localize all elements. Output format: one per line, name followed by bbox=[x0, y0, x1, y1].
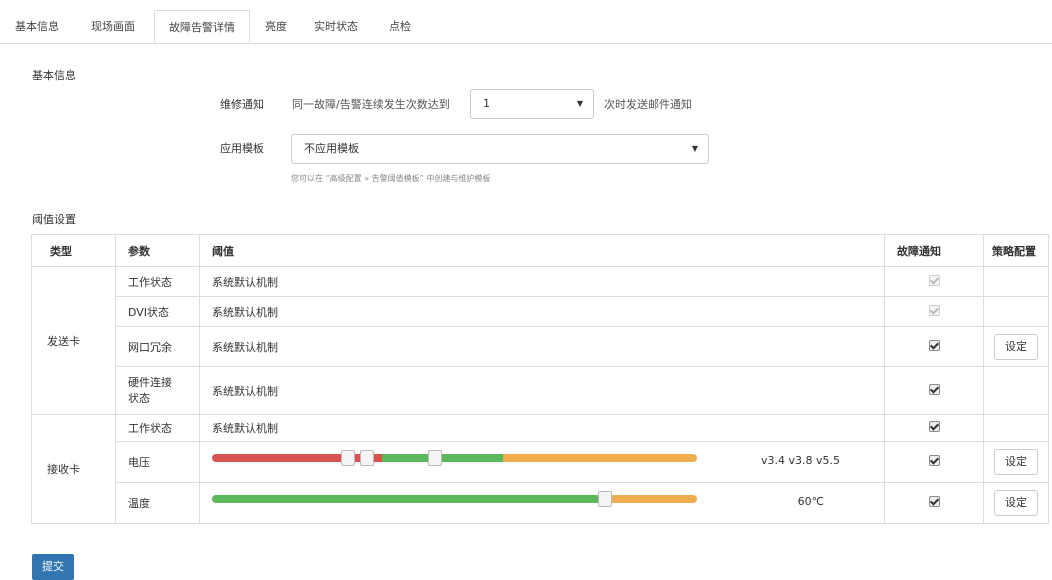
repair-count-select[interactable]: 1 ▼ bbox=[470, 89, 594, 119]
notify-cell bbox=[884, 441, 984, 483]
notify-checkbox[interactable] bbox=[928, 304, 940, 316]
notify-checkbox[interactable] bbox=[928, 383, 940, 395]
slider-segment-orange bbox=[503, 454, 697, 462]
chevron-down-icon: ▼ bbox=[691, 144, 698, 153]
notify-cell bbox=[884, 266, 984, 297]
slider-segment-orange bbox=[604, 495, 697, 503]
type-cell-send-card: 发送卡 bbox=[31, 266, 116, 415]
notify-checkbox[interactable] bbox=[928, 496, 940, 507]
strategy-cell: 设定 bbox=[983, 326, 1049, 367]
voltage-readout: v3.4 v3.8 v5.5 bbox=[760, 454, 840, 467]
notify-cell bbox=[884, 482, 984, 524]
template-value: 不应用模板 bbox=[304, 142, 359, 155]
table-row: 发送卡 工作状态 系统默认机制 bbox=[31, 266, 1049, 415]
param-cell: 硬件连接状态 bbox=[115, 366, 200, 415]
tab-live-view[interactable]: 现场画面 bbox=[80, 10, 146, 43]
table-row: 接收卡 工作状态 系统默认机制 bbox=[31, 414, 1049, 524]
table-row: 温度 60℃ 设定 bbox=[32, 482, 1049, 524]
repair-notice-suffix: 次时发送邮件通知 bbox=[604, 98, 692, 111]
strategy-cell bbox=[983, 296, 1049, 327]
header-strategy: 策略配置 bbox=[983, 234, 1049, 267]
threshold-cell: 系统默认机制 bbox=[199, 326, 885, 367]
table-row: 网口冗余 系统默认机制 设定 bbox=[32, 326, 1049, 367]
set-button[interactable]: 设定 bbox=[994, 449, 1038, 475]
slider-handle-high[interactable] bbox=[428, 450, 443, 466]
temperature-slider bbox=[212, 491, 697, 507]
set-button[interactable]: 设定 bbox=[994, 333, 1038, 360]
header-param: 参数 bbox=[115, 234, 200, 267]
param-cell: 工作状态 bbox=[115, 414, 200, 442]
table-row: 电压 v3.4 v3.8 v5.5 设定 bbox=[32, 441, 1049, 483]
slider-segment-green bbox=[212, 495, 605, 503]
param-cell: 电压 bbox=[115, 441, 200, 483]
template-hint: 您可以在 “高级配置 » 告警阈值模板” 中创建与维护模板 bbox=[291, 174, 491, 183]
basic-info-section-title: 基本信息 bbox=[32, 69, 76, 82]
set-button[interactable]: 设定 bbox=[994, 490, 1038, 516]
notify-cell bbox=[884, 326, 984, 367]
submit-button[interactable]: 提交 bbox=[32, 554, 74, 580]
threshold-cell: 系统默认机制 bbox=[199, 296, 885, 327]
tab-basic-info[interactable]: 基本信息 bbox=[4, 10, 70, 43]
threshold-table: 类型 参数 阈值 故障通知 策略配置 发送卡 工作状态 系统默认机制 DVI状态… bbox=[31, 234, 1049, 524]
repair-notice-prefix: 同一故障/告警连续发生次数达到 bbox=[292, 98, 450, 111]
threshold-cell: 60℃ bbox=[199, 482, 885, 524]
notify-checkbox[interactable] bbox=[928, 274, 940, 286]
param-label: 硬件连接状态 bbox=[128, 375, 172, 405]
slider-handle[interactable] bbox=[597, 491, 612, 507]
chevron-down-icon: ▼ bbox=[576, 99, 583, 108]
notify-checkbox[interactable] bbox=[928, 339, 940, 351]
notify-checkbox[interactable] bbox=[928, 421, 940, 432]
strategy-cell: 设定 bbox=[983, 482, 1049, 524]
param-cell: 网口冗余 bbox=[115, 326, 200, 367]
template-select[interactable]: 不应用模板 ▼ bbox=[291, 134, 709, 164]
voltage-slider bbox=[212, 450, 697, 466]
slider-segment-green bbox=[381, 454, 503, 462]
notify-cell bbox=[884, 296, 984, 327]
threshold-section-title: 阈值设置 bbox=[32, 213, 76, 226]
header-threshold: 阈值 bbox=[199, 234, 885, 267]
temperature-readout: 60℃ bbox=[797, 495, 824, 508]
table-row: DVI状态 系统默认机制 bbox=[32, 296, 1049, 327]
tab-bar: 基本信息 现场画面 故障告警详情 亮度 实时状态 点检 bbox=[0, 10, 1052, 44]
threshold-cell: 系统默认机制 bbox=[199, 266, 885, 297]
slider-handle-mid[interactable] bbox=[360, 450, 375, 466]
threshold-cell: v3.4 v3.8 v5.5 bbox=[199, 441, 885, 483]
template-label: 应用模板 bbox=[220, 142, 264, 155]
header-type: 类型 bbox=[31, 234, 116, 267]
notify-cell bbox=[884, 366, 984, 415]
strategy-cell bbox=[983, 266, 1049, 297]
table-row: 硬件连接状态 系统默认机制 bbox=[32, 366, 1049, 415]
header-fault-notify: 故障通知 bbox=[884, 234, 984, 267]
threshold-cell: 系统默认机制 bbox=[199, 414, 885, 442]
param-cell: 温度 bbox=[115, 482, 200, 524]
repair-count-value: 1 bbox=[483, 97, 490, 110]
strategy-cell bbox=[983, 414, 1049, 442]
tab-fault-alarm-details[interactable]: 故障告警详情 bbox=[154, 10, 250, 43]
threshold-cell: 系统默认机制 bbox=[199, 366, 885, 415]
table-header-row: 类型 参数 阈值 故障通知 策略配置 bbox=[31, 234, 1049, 267]
param-cell: 工作状态 bbox=[115, 266, 200, 297]
tab-realtime-status[interactable]: 实时状态 bbox=[304, 10, 368, 43]
slider-handle-low[interactable] bbox=[340, 450, 355, 466]
notify-cell bbox=[884, 414, 984, 442]
type-cell-receive-card: 接收卡 bbox=[31, 414, 116, 524]
slider-segment-red bbox=[212, 454, 382, 462]
strategy-cell: 设定 bbox=[983, 441, 1049, 483]
strategy-cell bbox=[983, 366, 1049, 415]
repair-notice-label: 维修通知 bbox=[220, 98, 264, 111]
tab-inspection[interactable]: 点检 bbox=[378, 10, 422, 43]
param-cell: DVI状态 bbox=[115, 296, 200, 327]
notify-checkbox[interactable] bbox=[928, 455, 940, 466]
tab-brightness[interactable]: 亮度 bbox=[256, 10, 296, 43]
